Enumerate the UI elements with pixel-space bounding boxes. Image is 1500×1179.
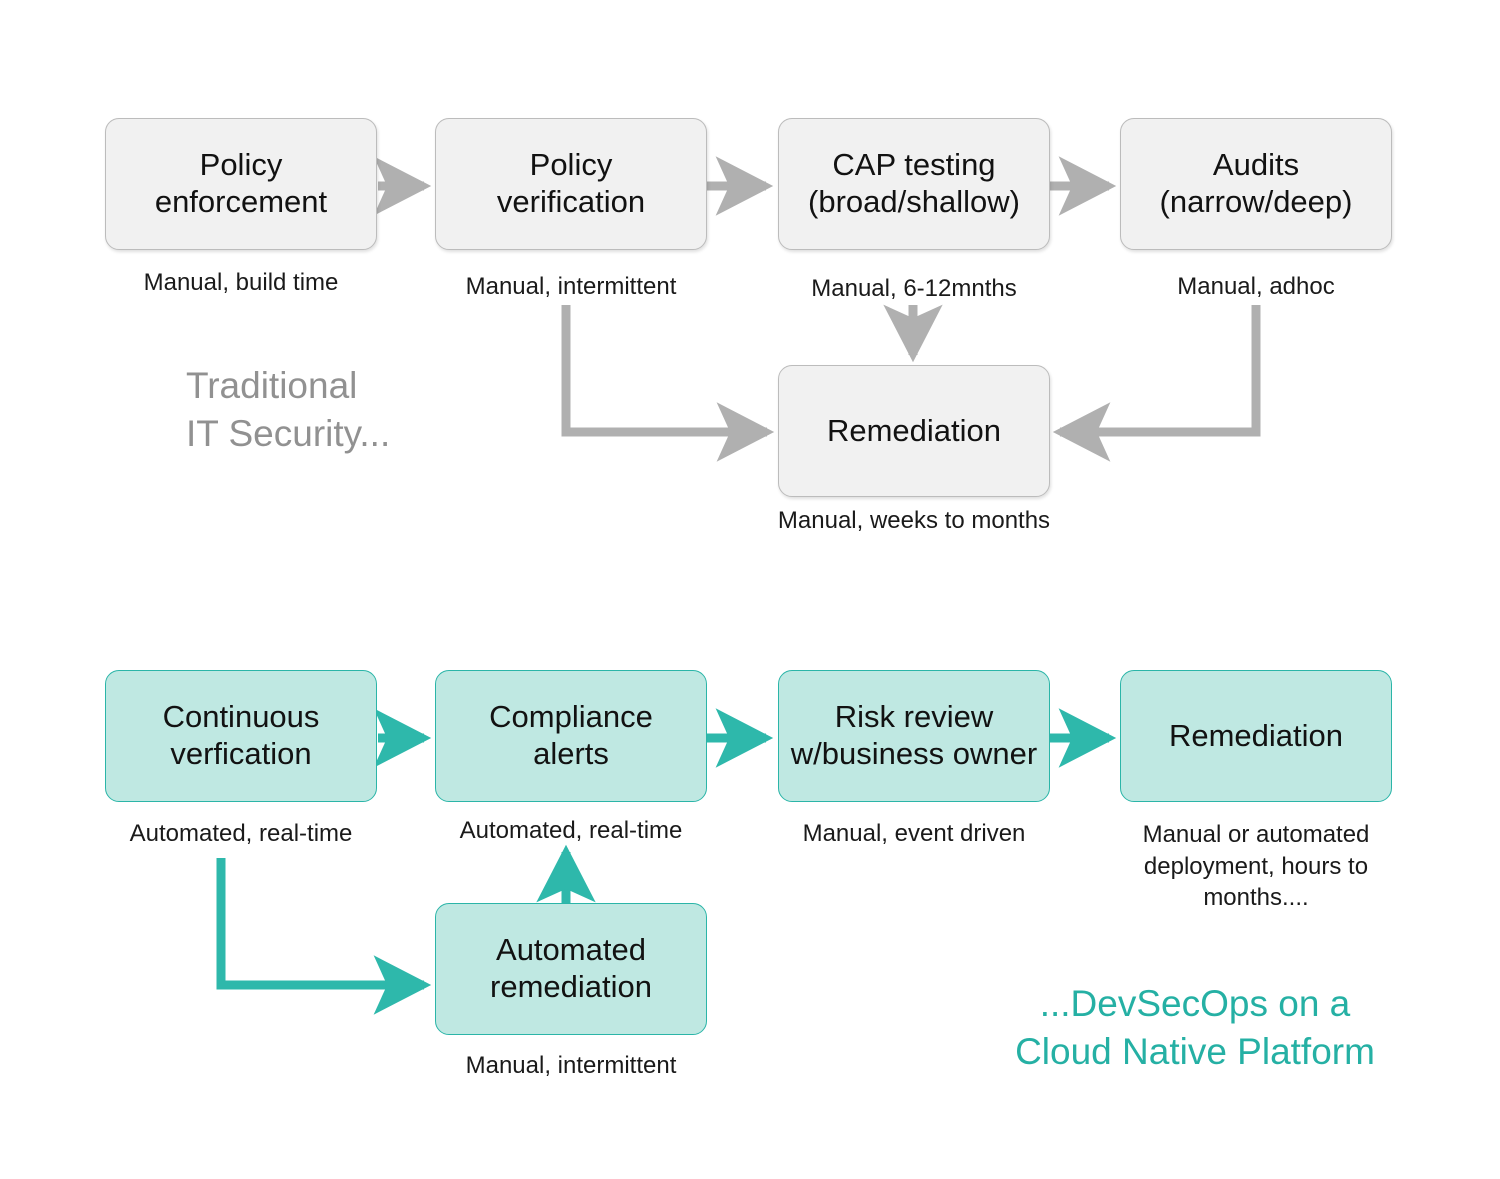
caption-policy-enforcement: Manual, build time	[143, 269, 339, 296]
node-remediation-traditional[interactable]: Remediation	[778, 365, 1050, 497]
node-risk-review-label: Risk review w/business owner	[790, 699, 1038, 771]
node-risk-review[interactable]: Risk review w/business owner	[778, 670, 1050, 802]
caption-compliance-alerts: Automated, real-time	[459, 817, 683, 844]
node-policy-enforcement[interactable]: Policy enforcement	[105, 118, 377, 250]
caption-cap-testing: Manual, 6-12mnths	[811, 275, 1017, 302]
node-automated-remediation[interactable]: Automated remediation	[435, 903, 707, 1035]
node-cap-testing-label: CAP testing (broad/shallow)	[808, 147, 1020, 219]
node-policy-enforcement-label: Policy enforcement	[154, 147, 328, 219]
arrow-audits-to-remediation	[1052, 305, 1261, 462]
node-remediation-traditional-label: Remediation	[826, 412, 1002, 448]
section-label-devsecops: ...DevSecOps on a Cloud Native Platform	[1015, 983, 1375, 1073]
node-compliance-alerts[interactable]: Compliance alerts	[435, 670, 707, 802]
node-cap-testing[interactable]: CAP testing (broad/shallow)	[778, 118, 1050, 250]
arrow-continuous-verfication-to-automated-remediation	[216, 858, 432, 1015]
caption-remediation-traditional: Manual, weeks to months	[777, 507, 1051, 534]
caption-automated-remediation: Manual, intermittent	[465, 1052, 677, 1079]
caption-audits: Manual, adhoc	[1177, 273, 1335, 300]
node-audits[interactable]: Audits (narrow/deep)	[1120, 118, 1392, 250]
node-automated-remediation-label: Automated remediation	[490, 932, 652, 1004]
section-label-traditional: Traditional IT Security...	[186, 365, 391, 455]
node-remediation-devsecops-label: Remediation	[1168, 717, 1344, 753]
caption-risk-review: Manual, event driven	[802, 820, 1026, 847]
node-compliance-alerts-label: Compliance alerts	[489, 699, 653, 771]
caption-continuous-verfication: Automated, real-time	[129, 820, 353, 847]
diagram-canvas: Policy enforcement Manual, build time Po…	[0, 0, 1500, 1179]
node-continuous-verfication[interactable]: Continuous verfication	[105, 670, 377, 802]
caption-remediation-devsecops: Manual or automated deployment, hours to…	[1142, 821, 1370, 912]
node-audits-label: Audits (narrow/deep)	[1159, 147, 1353, 219]
node-continuous-verfication-label: Continuous verfication	[162, 699, 320, 771]
caption-policy-verification: Manual, intermittent	[465, 273, 677, 300]
node-policy-verification[interactable]: Policy verification	[435, 118, 707, 250]
node-policy-verification-label: Policy verification	[496, 147, 646, 219]
node-remediation-devsecops[interactable]: Remediation	[1120, 670, 1392, 802]
